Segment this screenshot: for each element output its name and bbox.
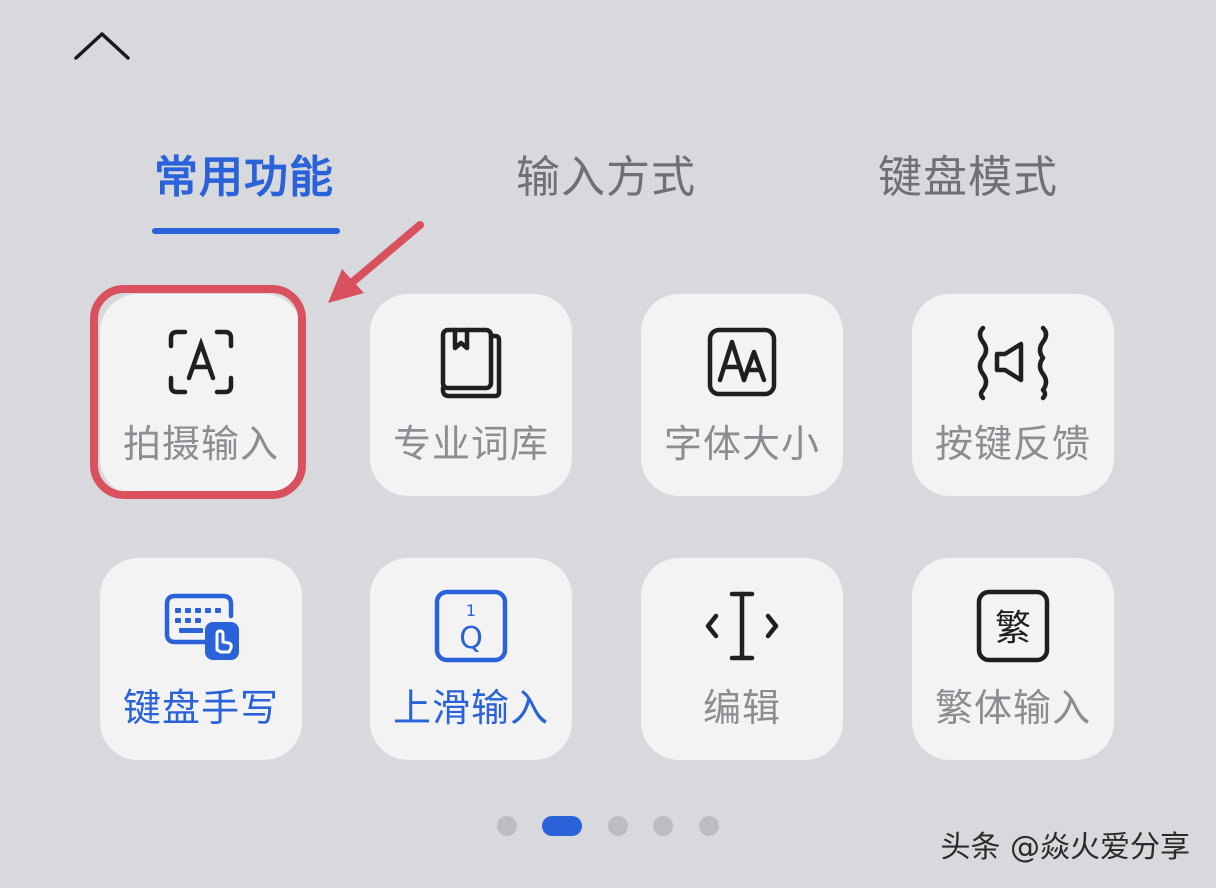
swipe-up-input-label: 上滑输入 (392, 686, 549, 730)
edit-label: 编辑 (702, 686, 781, 730)
book-icon (440, 327, 502, 399)
traditional-input-label: 繁体输入 (934, 686, 1091, 730)
annotation-arrow-icon (328, 221, 424, 303)
font-size-icon (707, 327, 777, 397)
edit-button[interactable]: 编辑 (641, 558, 843, 760)
traditional-char-glyph: 繁 (995, 608, 1031, 649)
key-number: 1 (466, 601, 476, 620)
traditional-char-icon: 繁 (976, 589, 1050, 663)
swipe-key-icon: 1 Q (434, 589, 508, 663)
collapse-button[interactable] (70, 26, 134, 70)
key-feedback-label: 按键反馈 (934, 422, 1091, 466)
watermark: 头条 @焱火爱分享 (940, 830, 1190, 865)
page-dot-5[interactable] (699, 816, 719, 836)
keyboard-handwriting-icon (164, 593, 239, 660)
vibration-sound-icon (977, 325, 1049, 401)
tab-input-method[interactable]: 输入方式 (516, 148, 696, 208)
chevron-up-icon (74, 32, 130, 60)
font-size-label: 字体大小 (663, 422, 820, 466)
keyboard-handwriting-label: 键盘手写 (122, 686, 279, 730)
pro-dictionary-label: 专业词库 (392, 422, 549, 466)
key-feedback-button[interactable]: 按键反馈 (912, 294, 1114, 496)
text-cursor-icon (705, 591, 779, 661)
traditional-input-button[interactable]: 繁 繁体输入 (912, 558, 1114, 760)
active-tab-indicator (152, 228, 340, 234)
swipe-up-input-button[interactable]: 1 Q 上滑输入 (370, 558, 572, 760)
page-dot-4[interactable] (653, 816, 673, 836)
page-dot-3[interactable] (608, 816, 628, 836)
tab-common-functions[interactable]: 常用功能 (154, 148, 334, 208)
page-dot-1[interactable] (497, 816, 517, 836)
highlight-frame (90, 285, 306, 499)
keyboard-handwriting-button[interactable]: 键盘手写 (100, 558, 302, 760)
page-dot-2-active[interactable] (542, 816, 582, 836)
key-letter: Q (459, 621, 483, 656)
font-size-button[interactable]: 字体大小 (641, 294, 843, 496)
tab-keyboard-mode[interactable]: 键盘模式 (878, 148, 1058, 208)
pro-dictionary-button[interactable]: 专业词库 (370, 294, 572, 496)
